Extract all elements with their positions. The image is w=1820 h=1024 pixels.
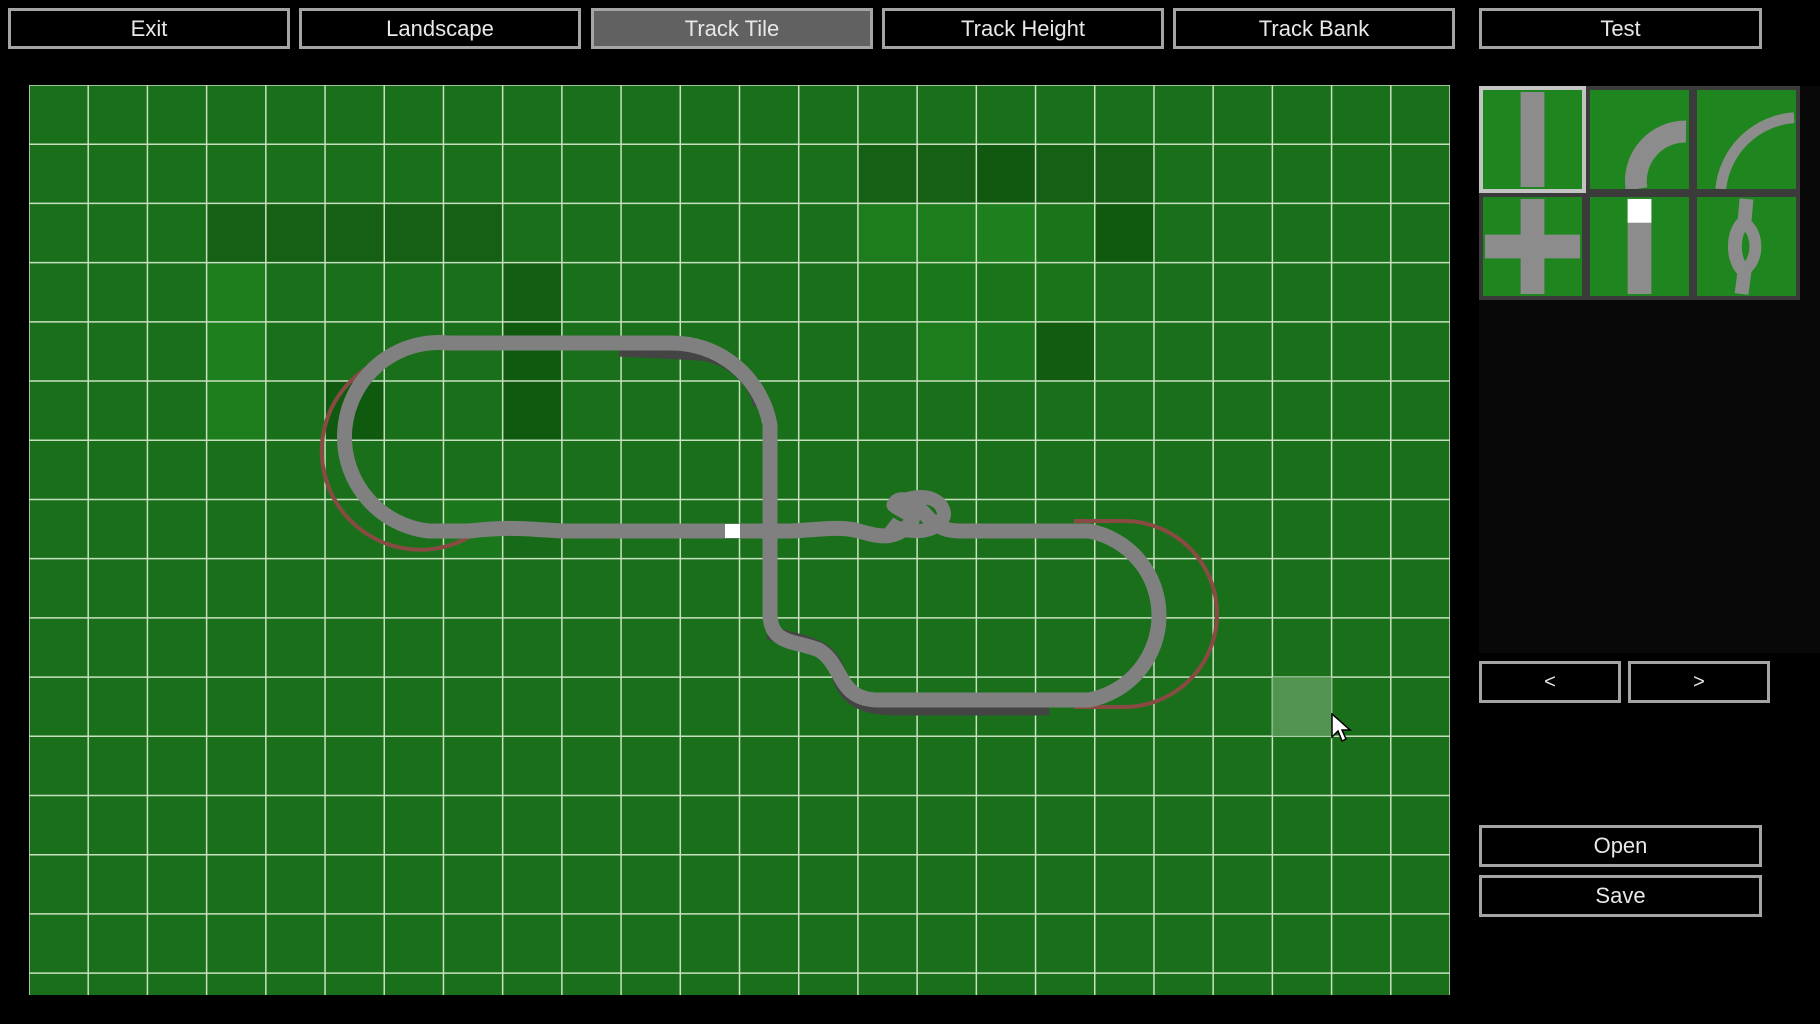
wide-curve-tile-icon (1715, 112, 1795, 189)
track-bank-tab[interactable]: Track Bank (1173, 8, 1455, 49)
terrain-patch (206, 203, 266, 263)
tile-start-finish[interactable] (1586, 193, 1693, 300)
mouse-cursor-icon (1331, 713, 1352, 743)
terrain-patch (206, 381, 266, 441)
terrain-patch (1094, 203, 1154, 263)
tile-chicane[interactable] (1693, 193, 1800, 300)
landscape-tab[interactable]: Landscape (299, 8, 581, 49)
terrain-patch (1035, 321, 1095, 382)
terrain-patch (1035, 262, 1095, 322)
terrain-patch (917, 321, 977, 382)
terrain-patch (917, 262, 977, 322)
terrain-patch (857, 262, 918, 322)
tile-straight[interactable] (1479, 86, 1586, 193)
terrain-patch (976, 321, 1036, 382)
terrain-patch (917, 144, 977, 204)
map-svg (29, 85, 1450, 995)
crossing-tile-icon (1484, 198, 1581, 295)
terrain-patch (1094, 144, 1154, 204)
terrain-patch (976, 262, 1036, 322)
terrain-patch (1035, 203, 1095, 263)
chicane-tile-icon (1727, 198, 1762, 295)
tile-tight-curve[interactable] (1586, 86, 1693, 193)
terrain-patch (976, 144, 1036, 204)
track-map-canvas[interactable] (29, 85, 1450, 995)
terrain-patch (502, 321, 562, 382)
terrain-patch (325, 203, 385, 263)
terrain-patch (502, 381, 562, 441)
hover-cell-highlight (1272, 677, 1332, 737)
terrain-patch (265, 203, 326, 263)
track-height-tab[interactable]: Track Height (882, 8, 1164, 49)
race-track (319, 334, 1219, 716)
open-button[interactable]: Open (1479, 825, 1762, 867)
exit-button[interactable]: Exit (8, 8, 290, 49)
test-button[interactable]: Test (1479, 8, 1762, 49)
terrain-patch (206, 321, 266, 382)
track-tile-tab[interactable]: Track Tile (591, 8, 873, 49)
previous-tiles-button[interactable]: < (1479, 661, 1621, 703)
terrain-patch (384, 203, 444, 263)
tile-wide-curve[interactable] (1693, 86, 1800, 193)
tight-curve-tile-icon (1625, 120, 1687, 189)
terrain-patch (976, 203, 1036, 263)
terrain-patch (206, 262, 266, 322)
terrain-patch (502, 262, 562, 322)
tile-palette-panel (1479, 86, 1820, 653)
next-tiles-button[interactable]: > (1628, 661, 1770, 703)
straight-tile-icon (1520, 91, 1545, 188)
terrain-patch (857, 203, 918, 263)
terrain-patch (443, 203, 503, 263)
save-button[interactable]: Save (1479, 875, 1762, 917)
terrain-patch (1035, 144, 1095, 204)
tile-crossing[interactable] (1479, 193, 1586, 300)
start-finish-tile-icon (1627, 198, 1652, 295)
start-line-marker (725, 524, 740, 538)
terrain-patch (917, 203, 977, 263)
terrain-patch (857, 144, 918, 204)
